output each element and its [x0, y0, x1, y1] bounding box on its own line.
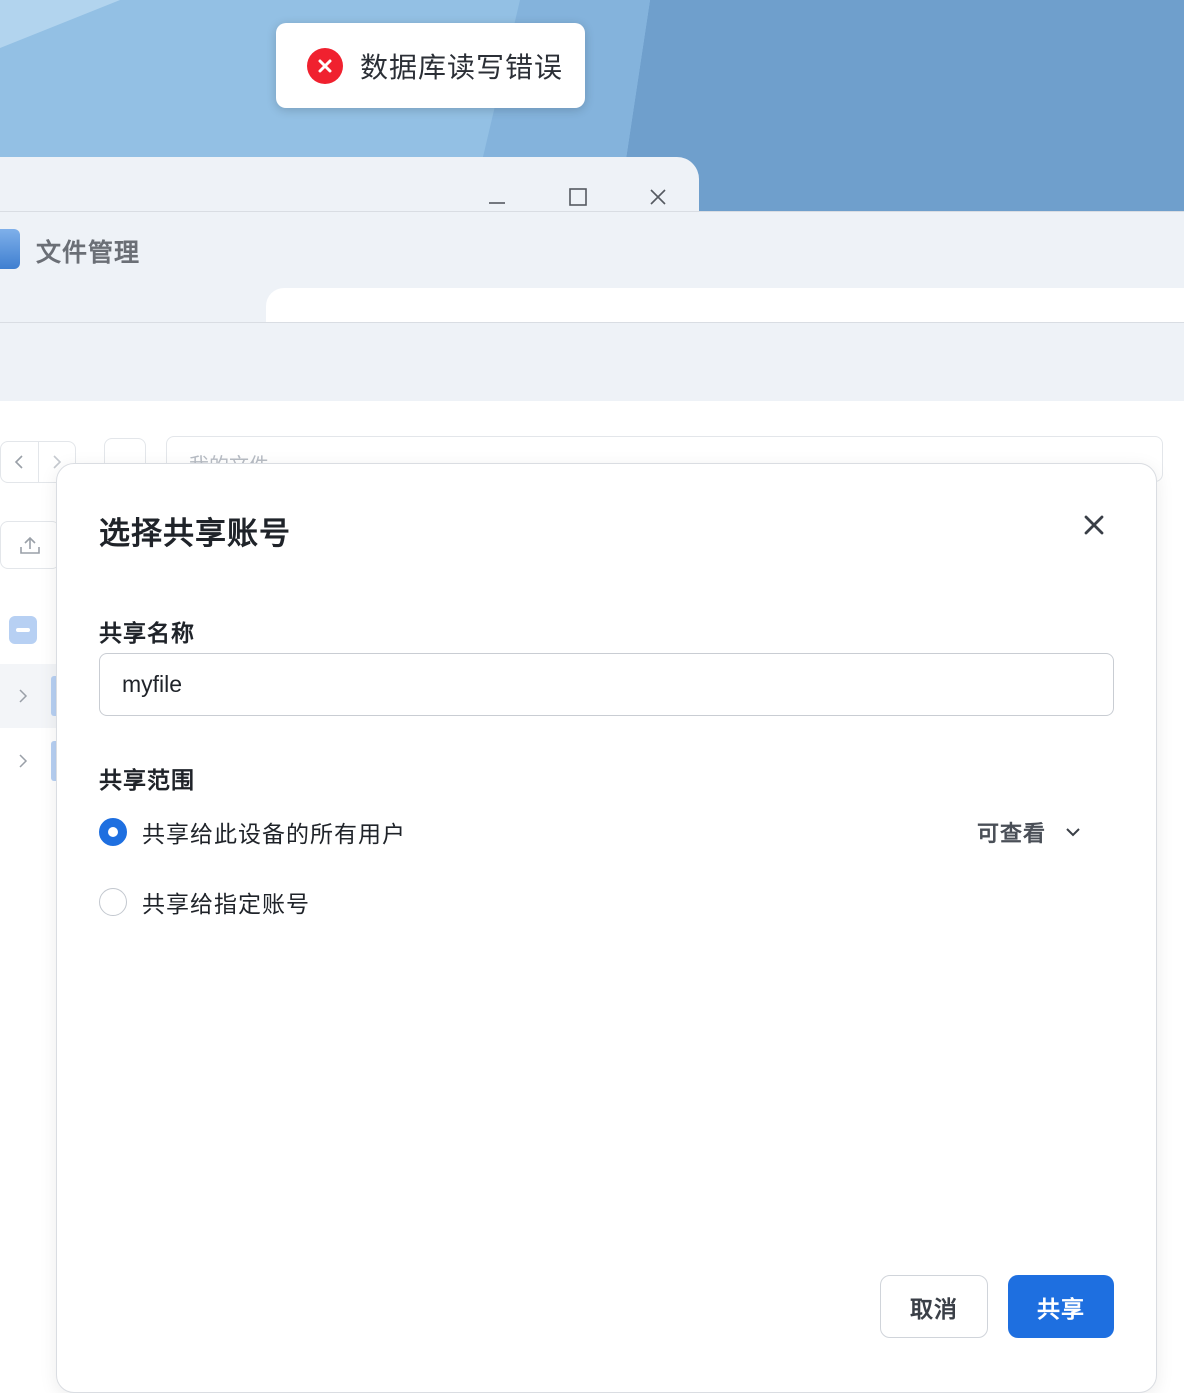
share-scope-label: 共享范围 — [99, 768, 195, 794]
file-row[interactable] — [0, 664, 60, 728]
scope-option-all-users[interactable]: 共享给此设备的所有用户 — [99, 817, 406, 848]
share-account-dialog: 选择共享账号 共享名称 共享范围 共享给此设备的所有用户 可查看 共享给指定账号… — [56, 463, 1157, 1393]
upload-icon — [20, 536, 40, 554]
scope-option-label: 共享给此设备的所有用户 — [142, 822, 406, 848]
radio-checked[interactable] — [99, 818, 127, 846]
error-toast: 数据库读写错误 — [276, 23, 585, 108]
maximize-icon[interactable] — [561, 180, 595, 214]
share-name-input[interactable] — [99, 653, 1114, 716]
permission-value: 可查看 — [977, 822, 1047, 847]
share-name-label: 共享名称 — [99, 621, 195, 647]
upload-button[interactable] — [0, 521, 60, 569]
chevron-right-icon — [19, 754, 28, 768]
file-manager-app-icon — [0, 229, 20, 269]
header-band — [0, 323, 1184, 400]
back-button[interactable] — [1, 442, 38, 482]
radio-unchecked[interactable] — [99, 888, 127, 916]
file-row[interactable] — [0, 730, 60, 794]
share-button[interactable]: 共享 — [1008, 1275, 1114, 1338]
close-icon[interactable] — [1079, 510, 1109, 540]
permission-dropdown[interactable]: 可查看 — [977, 817, 1082, 847]
chevron-right-icon — [19, 689, 28, 703]
chevron-left-icon — [15, 455, 23, 469]
chevron-down-icon — [1066, 828, 1080, 837]
select-all-checkbox[interactable] — [9, 616, 37, 644]
dialog-title: 选择共享账号 — [99, 516, 291, 552]
toast-message: 数据库读写错误 — [360, 50, 564, 84]
scope-option-specific-accounts[interactable]: 共享给指定账号 — [99, 887, 310, 918]
scope-option-label: 共享给指定账号 — [142, 892, 310, 918]
minimize-icon[interactable] — [480, 180, 514, 214]
error-x-icon — [307, 47, 343, 84]
close-icon[interactable] — [641, 180, 675, 214]
cancel-button[interactable]: 取消 — [880, 1275, 988, 1338]
app-title: 文件管理 — [36, 238, 141, 267]
